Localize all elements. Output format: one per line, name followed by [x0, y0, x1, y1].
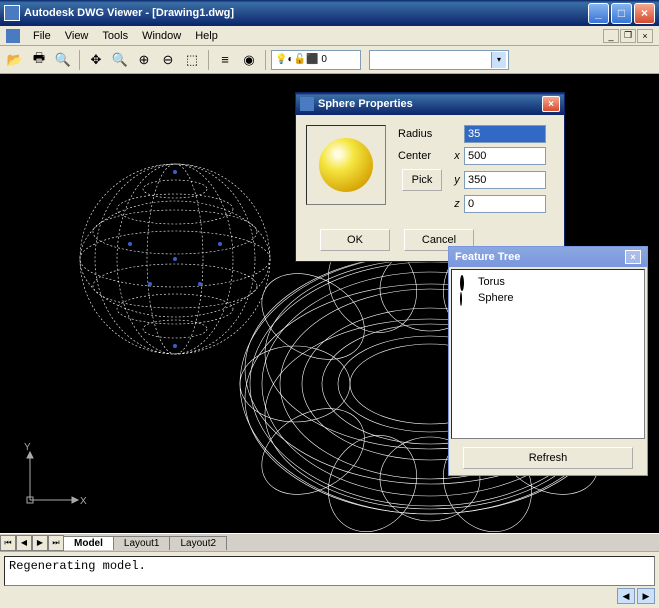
close-button[interactable]: ×	[634, 3, 655, 24]
x-label: x	[450, 150, 464, 162]
chevron-down-icon: ▾	[491, 52, 506, 68]
tab-first-button[interactable]: ⏮	[0, 535, 16, 551]
layer-state-dropdown[interactable]: 💡◐🔓⬛ 0	[271, 50, 361, 70]
feature-tree-list: Torus Sphere	[451, 269, 645, 439]
print-icon[interactable]: 🖶	[28, 49, 50, 71]
dialog-close-button[interactable]: ×	[542, 96, 560, 112]
feature-tree-close-button[interactable]: ×	[625, 250, 641, 264]
torus-icon	[460, 275, 464, 291]
dialog-title: Sphere Properties	[318, 98, 542, 110]
z-label: z	[450, 198, 464, 210]
menu-help[interactable]: Help	[188, 28, 225, 44]
zoom-window-icon[interactable]: ⬚	[181, 49, 203, 71]
menu-file[interactable]: File	[26, 28, 58, 44]
pan-icon[interactable]: ✥	[85, 49, 107, 71]
radius-label: Radius	[398, 128, 450, 140]
feature-tree-item-torus[interactable]: Torus	[456, 274, 640, 290]
tab-layout1[interactable]: Layout1	[113, 536, 171, 550]
toolbar: 📂 🖶 🔍 ✥ 🔍 ⊕ ⊖ ⬚ ≡ ◉ 💡◐🔓⬛ 0 ▾	[0, 46, 659, 74]
ucs-axis: X Y	[18, 442, 88, 515]
tab-model[interactable]: Model	[63, 536, 114, 550]
feature-tree-panel: Feature Tree × Torus Sphere Refresh	[448, 246, 648, 476]
command-text[interactable]: Regenerating model.	[4, 556, 655, 586]
tab-last-button[interactable]: ⏭	[48, 535, 64, 551]
maximize-button[interactable]: □	[611, 3, 632, 24]
layer-name: 0	[321, 54, 327, 65]
menu-window[interactable]: Window	[135, 28, 188, 44]
command-bar: Regenerating model. ◀ ▶	[0, 551, 659, 607]
zoom-in-icon[interactable]: ⊕	[133, 49, 155, 71]
window-title: Autodesk DWG Viewer - [Drawing1.dwg]	[24, 7, 588, 19]
title-bar: Autodesk DWG Viewer - [Drawing1.dwg] _ □…	[0, 0, 659, 26]
zoom-out-icon[interactable]: ⊖	[157, 49, 179, 71]
pick-button[interactable]: Pick	[402, 169, 442, 191]
layers-icon[interactable]: ≡	[214, 49, 236, 71]
y-label: y	[450, 174, 464, 186]
feature-tree-title: Feature Tree	[455, 251, 520, 263]
separator	[79, 50, 80, 70]
feature-tree-item-sphere[interactable]: Sphere	[456, 290, 640, 306]
refresh-button[interactable]: Refresh	[463, 447, 633, 469]
preview-icon[interactable]: 🔍	[52, 49, 74, 71]
mdi-close-button[interactable]: ×	[637, 29, 653, 43]
mdi-restore-button[interactable]: ❐	[620, 29, 636, 43]
sphere-properties-dialog: Sphere Properties × Radius Center x	[295, 92, 565, 262]
tab-next-button[interactable]: ▶	[32, 535, 48, 551]
zoom-icon[interactable]: 🔍	[109, 49, 131, 71]
dialog-icon	[300, 97, 314, 111]
minimize-button[interactable]: _	[588, 3, 609, 24]
mdi-minimize-button[interactable]: _	[603, 29, 619, 43]
separator	[265, 50, 266, 70]
scroll-left-button[interactable]: ◀	[617, 588, 635, 604]
sphere-preview	[306, 125, 386, 205]
svg-text:Y: Y	[24, 442, 31, 453]
radius-input[interactable]	[464, 125, 546, 143]
sphere-icon	[460, 292, 462, 306]
open-icon[interactable]: 📂	[4, 49, 26, 71]
menu-view[interactable]: View	[58, 28, 96, 44]
scroll-right-button[interactable]: ▶	[637, 588, 655, 604]
app-icon	[4, 5, 20, 21]
menu-tools[interactable]: Tools	[95, 28, 135, 44]
tab-prev-button[interactable]: ◀	[16, 535, 32, 551]
document-icon	[6, 29, 20, 43]
menu-bar: File View Tools Window Help _ ❐ ×	[0, 26, 659, 46]
center-label: Center	[398, 150, 450, 162]
viewport[interactable]: X Y Sphere Properties × Radius Center x	[0, 74, 659, 533]
center-z-input[interactable]	[464, 195, 546, 213]
separator	[208, 50, 209, 70]
ok-button[interactable]: OK	[320, 229, 390, 251]
center-x-input[interactable]	[464, 147, 546, 165]
center-y-input[interactable]	[464, 171, 546, 189]
sphere-preview-icon	[319, 138, 373, 192]
layer-dropdown[interactable]: ▾	[369, 50, 509, 70]
svg-text:X: X	[80, 496, 87, 507]
plot-icon[interactable]: ◉	[238, 49, 260, 71]
